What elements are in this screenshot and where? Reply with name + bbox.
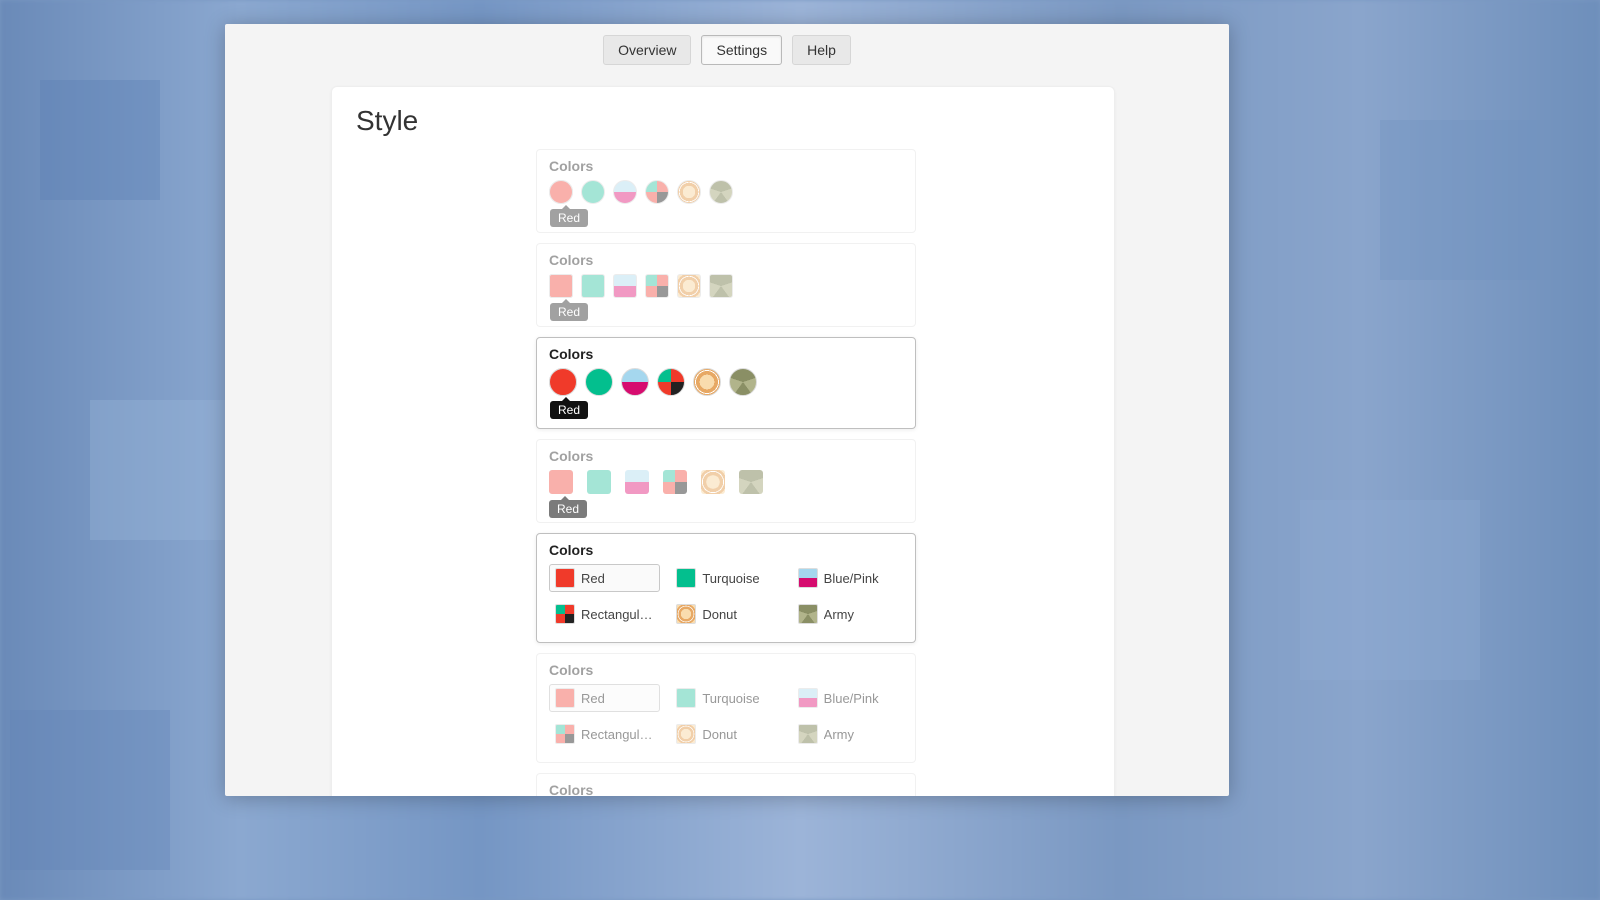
swatch-row: Red (549, 274, 903, 298)
list-item-red[interactable]: Red (549, 564, 660, 592)
list-item-red[interactable]: Red (549, 684, 660, 712)
swatch-rect[interactable] (663, 470, 687, 494)
swatch-red[interactable]: Red (549, 368, 577, 396)
swatch-donut[interactable] (677, 274, 701, 298)
swatch-bluepink[interactable] (625, 470, 649, 494)
color-card-circle-1: Colors Red (536, 149, 916, 233)
swatch-turquoise[interactable] (581, 180, 605, 204)
list-item-turquoise[interactable]: Turquoise (670, 564, 781, 592)
swatch-bluepink[interactable] (613, 180, 637, 204)
card-title: Colors (549, 448, 903, 464)
page-title: Style (356, 105, 1090, 137)
card-title: Colors (549, 782, 903, 796)
color-card-list-active: Colors Red Turquoise Blue/Pink Rectangul… (536, 533, 916, 643)
card-title: Colors (549, 662, 903, 678)
swatch-turquoise[interactable] (585, 368, 613, 396)
list-item-bluepink[interactable]: Blue/Pink (792, 564, 903, 592)
swatch-donut[interactable] (693, 368, 721, 396)
swatch-list: Red Turquoise Blue/Pink Rectangular P...… (549, 564, 903, 628)
tab-help[interactable]: Help (792, 35, 851, 65)
swatch-red[interactable]: Red (549, 274, 573, 298)
card-title: Colors (549, 252, 903, 268)
tooltip: Red (549, 500, 587, 518)
swatch-donut[interactable] (677, 180, 701, 204)
swatch-row: Red (549, 368, 903, 396)
list-item-army[interactable]: Army (792, 600, 903, 628)
color-card-square-2: Colors Red (536, 439, 916, 523)
swatch-rect[interactable] (645, 274, 669, 298)
tab-settings[interactable]: Settings (701, 35, 782, 65)
settings-panel: Style Colors Red Colors (331, 86, 1115, 796)
swatch-bluepink[interactable] (621, 368, 649, 396)
tabbar: Overview Settings Help (225, 24, 1229, 76)
tooltip: Red (550, 303, 588, 321)
swatch-red[interactable]: Red (549, 470, 573, 494)
list-item-donut[interactable]: Donut (670, 600, 781, 628)
tab-overview[interactable]: Overview (603, 35, 691, 65)
swatch-red[interactable]: Red (549, 180, 573, 204)
swatch-army[interactable] (709, 274, 733, 298)
swatch-army[interactable] (709, 180, 733, 204)
swatch-rect[interactable] (645, 180, 669, 204)
color-card-circle-active: Colors Red (536, 337, 916, 429)
list-item-rect[interactable]: Rectangular P... (549, 720, 660, 748)
list-item-turquoise[interactable]: Turquoise (670, 684, 781, 712)
card-title: Colors (549, 542, 903, 558)
card-title: Colors (549, 158, 903, 174)
swatch-bluepink[interactable] (613, 274, 637, 298)
swatch-row: Red (549, 180, 903, 204)
list-item-donut[interactable]: Donut (670, 720, 781, 748)
list-item-rect[interactable]: Rectangular P... (549, 600, 660, 628)
swatch-rect[interactable] (657, 368, 685, 396)
color-card-partial: Colors (536, 773, 916, 796)
card-title: Colors (549, 346, 903, 362)
swatch-list: Red Turquoise Blue/Pink Rectangular P...… (549, 684, 903, 748)
swatch-turquoise[interactable] (581, 274, 605, 298)
swatch-donut[interactable] (701, 470, 725, 494)
app-window: Overview Settings Help Style Colors Red (225, 24, 1229, 796)
color-card-list-faded: Colors Red Turquoise Blue/Pink Rectangul… (536, 653, 916, 763)
list-item-army[interactable]: Army (792, 720, 903, 748)
swatch-row: Red (549, 470, 903, 494)
swatch-turquoise[interactable] (587, 470, 611, 494)
swatch-army[interactable] (739, 470, 763, 494)
tooltip: Red (550, 401, 588, 419)
list-item-bluepink[interactable]: Blue/Pink (792, 684, 903, 712)
color-card-square-1: Colors Red (536, 243, 916, 327)
swatch-army[interactable] (729, 368, 757, 396)
tooltip: Red (550, 209, 588, 227)
